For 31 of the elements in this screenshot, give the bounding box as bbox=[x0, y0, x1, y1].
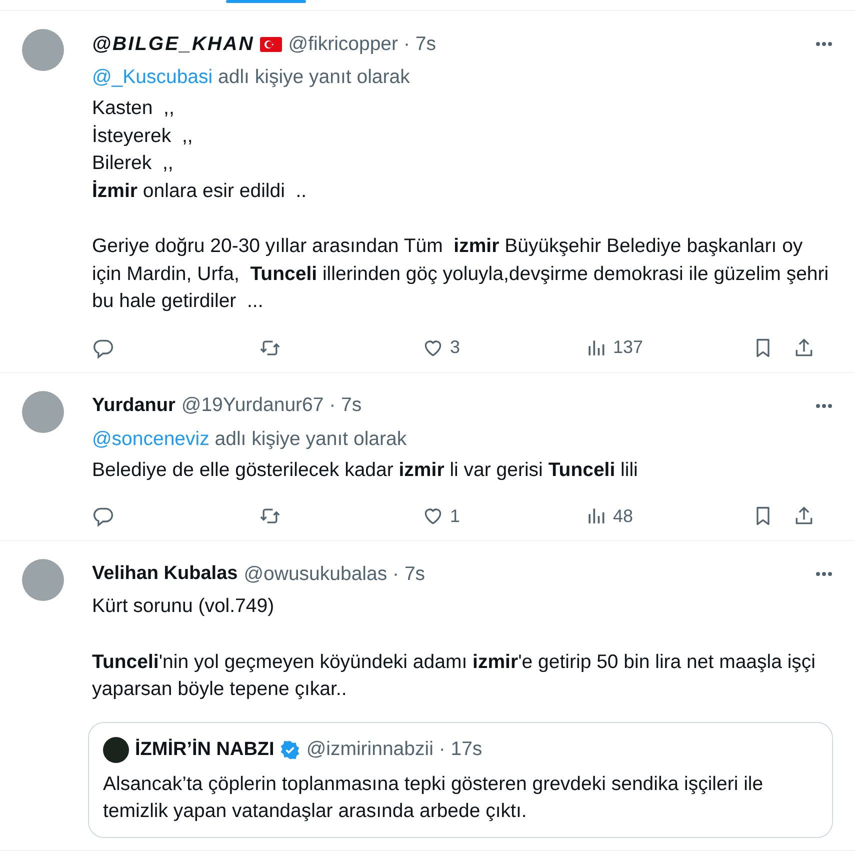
author-name[interactable]: @BILGE_KHAN bbox=[92, 32, 254, 56]
author-name: İZMİR’İN NABZI bbox=[135, 738, 274, 760]
tweet-text: Kasten ,, İsteyerek ,, Bilerek ,, İzmir onlara esir edildi .. bbox=[92, 96, 308, 204]
handle-and-time: @izmirinnabzii · 17s bbox=[306, 738, 482, 761]
tweet-text: Belediye de elle gösterilecek kadar izmir li var gerisi Tunceli lili bbox=[92, 458, 639, 482]
author-name[interactable]: Velihan Kubalas bbox=[92, 563, 238, 585]
avatar-placeholder bbox=[103, 736, 129, 762]
handle-and-time: @fikricopper · 7s bbox=[288, 32, 436, 56]
avatar-placeholder[interactable] bbox=[22, 29, 64, 71]
tweet-text: Tunceli'nin yol geçmeyen köyündeki adamı izmir'e getirip 50 bin lira net maaşla işçi yaparsan böyle tepene çıkar.. bbox=[92, 650, 817, 702]
author-name[interactable]: Yurdanur bbox=[92, 394, 176, 416]
quoted-text: Alsancak’ta çöplerin toplanmasına tepki gösteren grevdeki sendika işçileri ile temizlik yapan vatandaşlar arasında arbede çıktı. bbox=[103, 772, 764, 824]
more-icon[interactable] bbox=[815, 41, 833, 47]
handle-and-time: @owusukubalas · 7s bbox=[244, 562, 426, 586]
reply-context: @sonceneviz adlı kişiye yanıt olarak bbox=[92, 426, 408, 452]
share-icon[interactable] bbox=[793, 505, 815, 527]
action-count: 48 bbox=[613, 506, 634, 526]
reply-icon[interactable] bbox=[92, 505, 114, 527]
more-icon[interactable] bbox=[815, 402, 833, 408]
handle-and-time: @19Yurdanur67 · 7s bbox=[181, 394, 362, 417]
action-count: 3 bbox=[450, 337, 460, 358]
avatar-placeholder[interactable] bbox=[22, 390, 64, 432]
action-count: 1 bbox=[450, 506, 460, 526]
reply-context: @_Kuscubasi adlı kişiye yanıt olarak bbox=[92, 65, 411, 90]
more-icon[interactable] bbox=[815, 571, 833, 577]
tweet-text: Geriye doğru 20-30 yıllar arasından Tüm izmir Büyükşehir Belediye başkanları oy için Mardin, Urfa, Tunceli illerinden göç yoluyla,devşirme demokrasi ile güzelim şehri bu hale getirdiler ... bbox=[92, 234, 830, 314]
avatar-placeholder[interactable] bbox=[22, 559, 64, 601]
share-icon[interactable] bbox=[793, 336, 815, 358]
quoted-tweet-card[interactable]: İZMİR’İN NABZI @izmirinnabzii · 17s Alsancak’ta çöplerin toplanmasına tepki gösteren grevdeki sendika işçileri ile temizlik yapan vatandaşlar arasında arbede çıktı. bbox=[88, 722, 833, 838]
action-count: 137 bbox=[613, 337, 644, 358]
tweet-text: Kürt sorunu (vol.749) bbox=[92, 594, 276, 619]
